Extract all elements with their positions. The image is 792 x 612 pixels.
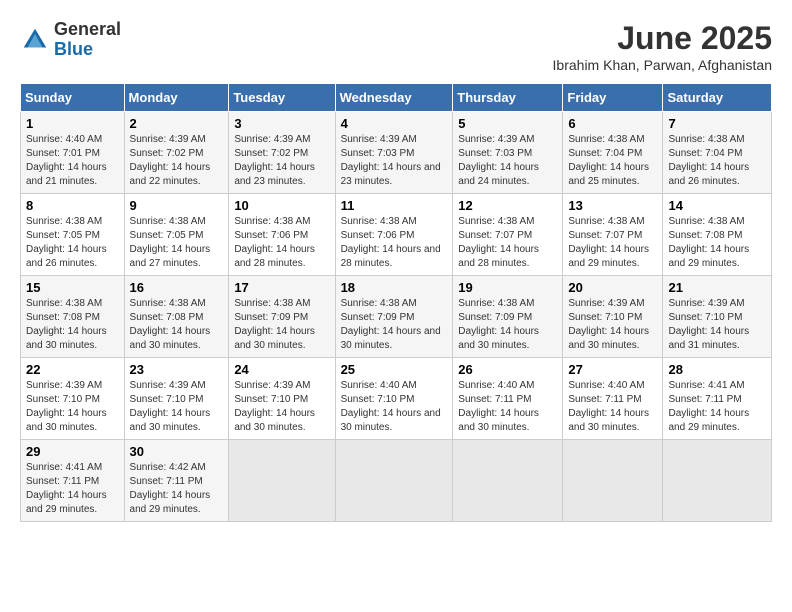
header: General Blue June 2025 Ibrahim Khan, Par… <box>20 20 772 73</box>
table-cell: 19Sunrise: 4:38 AMSunset: 7:09 PMDayligh… <box>453 276 563 358</box>
table-cell <box>563 440 663 522</box>
table-cell: 29Sunrise: 4:41 AMSunset: 7:11 PMDayligh… <box>21 440 125 522</box>
table-cell: 18Sunrise: 4:38 AMSunset: 7:09 PMDayligh… <box>335 276 453 358</box>
table-cell: 16Sunrise: 4:38 AMSunset: 7:08 PMDayligh… <box>124 276 229 358</box>
table-cell: 5Sunrise: 4:39 AMSunset: 7:03 PMDaylight… <box>453 112 563 194</box>
header-row: Sunday Monday Tuesday Wednesday Thursday… <box>21 84 772 112</box>
col-sunday: Sunday <box>21 84 125 112</box>
logo: General Blue <box>20 20 121 60</box>
table-cell: 3Sunrise: 4:39 AMSunset: 7:02 PMDaylight… <box>229 112 335 194</box>
table-cell <box>453 440 563 522</box>
table-cell: 28Sunrise: 4:41 AMSunset: 7:11 PMDayligh… <box>663 358 772 440</box>
logo-icon <box>20 25 50 55</box>
table-cell: 7Sunrise: 4:38 AMSunset: 7:04 PMDaylight… <box>663 112 772 194</box>
table-cell: 21Sunrise: 4:39 AMSunset: 7:10 PMDayligh… <box>663 276 772 358</box>
table-cell: 13Sunrise: 4:38 AMSunset: 7:07 PMDayligh… <box>563 194 663 276</box>
month-title: June 2025 <box>553 20 772 57</box>
table-cell: 20Sunrise: 4:39 AMSunset: 7:10 PMDayligh… <box>563 276 663 358</box>
table-cell: 10Sunrise: 4:38 AMSunset: 7:06 PMDayligh… <box>229 194 335 276</box>
logo-blue-text: Blue <box>54 40 121 60</box>
table-cell <box>335 440 453 522</box>
table-cell: 1Sunrise: 4:40 AMSunset: 7:01 PMDaylight… <box>21 112 125 194</box>
table-cell <box>229 440 335 522</box>
col-thursday: Thursday <box>453 84 563 112</box>
col-tuesday: Tuesday <box>229 84 335 112</box>
table-cell: 8Sunrise: 4:38 AMSunset: 7:05 PMDaylight… <box>21 194 125 276</box>
table-cell: 22Sunrise: 4:39 AMSunset: 7:10 PMDayligh… <box>21 358 125 440</box>
week-row-4: 22Sunrise: 4:39 AMSunset: 7:10 PMDayligh… <box>21 358 772 440</box>
table-cell: 17Sunrise: 4:38 AMSunset: 7:09 PMDayligh… <box>229 276 335 358</box>
table-cell: 27Sunrise: 4:40 AMSunset: 7:11 PMDayligh… <box>563 358 663 440</box>
table-cell: 6Sunrise: 4:38 AMSunset: 7:04 PMDaylight… <box>563 112 663 194</box>
week-row-1: 1Sunrise: 4:40 AMSunset: 7:01 PMDaylight… <box>21 112 772 194</box>
col-monday: Monday <box>124 84 229 112</box>
table-cell: 11Sunrise: 4:38 AMSunset: 7:06 PMDayligh… <box>335 194 453 276</box>
table-cell: 2Sunrise: 4:39 AMSunset: 7:02 PMDaylight… <box>124 112 229 194</box>
table-cell: 4Sunrise: 4:39 AMSunset: 7:03 PMDaylight… <box>335 112 453 194</box>
table-cell: 15Sunrise: 4:38 AMSunset: 7:08 PMDayligh… <box>21 276 125 358</box>
col-wednesday: Wednesday <box>335 84 453 112</box>
week-row-5: 29Sunrise: 4:41 AMSunset: 7:11 PMDayligh… <box>21 440 772 522</box>
col-friday: Friday <box>563 84 663 112</box>
table-cell: 12Sunrise: 4:38 AMSunset: 7:07 PMDayligh… <box>453 194 563 276</box>
table-cell: 9Sunrise: 4:38 AMSunset: 7:05 PMDaylight… <box>124 194 229 276</box>
table-cell: 14Sunrise: 4:38 AMSunset: 7:08 PMDayligh… <box>663 194 772 276</box>
week-row-2: 8Sunrise: 4:38 AMSunset: 7:05 PMDaylight… <box>21 194 772 276</box>
logo-text: General Blue <box>54 20 121 60</box>
table-cell: 23Sunrise: 4:39 AMSunset: 7:10 PMDayligh… <box>124 358 229 440</box>
col-saturday: Saturday <box>663 84 772 112</box>
title-area: June 2025 Ibrahim Khan, Parwan, Afghanis… <box>553 20 772 73</box>
table-cell: 30Sunrise: 4:42 AMSunset: 7:11 PMDayligh… <box>124 440 229 522</box>
table-cell: 26Sunrise: 4:40 AMSunset: 7:11 PMDayligh… <box>453 358 563 440</box>
logo-general-text: General <box>54 20 121 40</box>
location-subtitle: Ibrahim Khan, Parwan, Afghanistan <box>553 57 772 73</box>
table-cell <box>663 440 772 522</box>
week-row-3: 15Sunrise: 4:38 AMSunset: 7:08 PMDayligh… <box>21 276 772 358</box>
table-cell: 25Sunrise: 4:40 AMSunset: 7:10 PMDayligh… <box>335 358 453 440</box>
calendar-table: Sunday Monday Tuesday Wednesday Thursday… <box>20 83 772 522</box>
table-cell: 24Sunrise: 4:39 AMSunset: 7:10 PMDayligh… <box>229 358 335 440</box>
